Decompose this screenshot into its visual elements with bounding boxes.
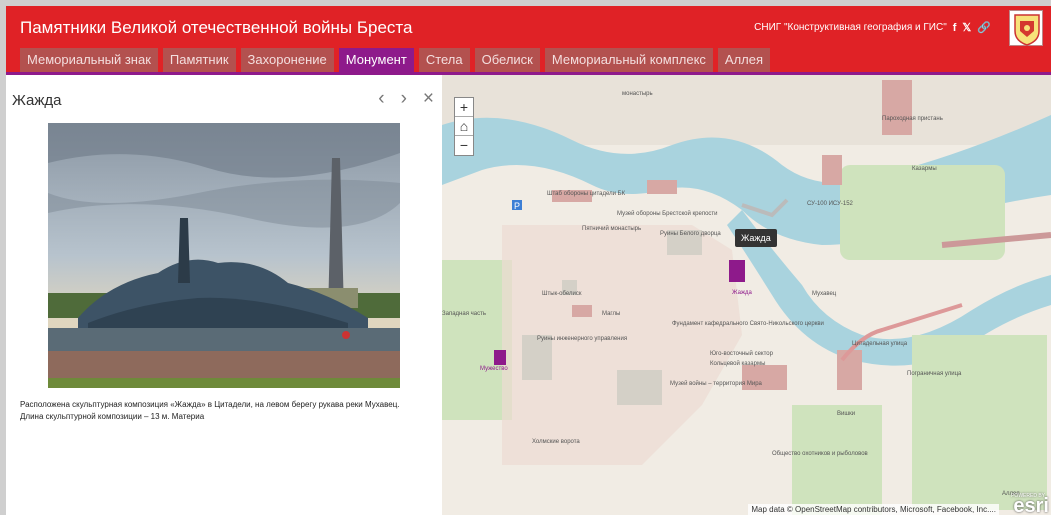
map-label: Холмские ворота	[532, 439, 580, 445]
map-label: Фундамент кафедрального Свято-Никольског…	[672, 321, 824, 327]
map-label: Юго-восточный сектор	[710, 350, 774, 357]
monument-description: Расположена скульптурная композиция «Жаж…	[20, 400, 400, 421]
svg-text:P: P	[514, 201, 520, 211]
info-panel: Жажда ‹ › × Расположена скульптурная ком…	[6, 75, 442, 515]
map-label: Цитадельная улица	[852, 341, 908, 347]
prev-button[interactable]: ‹	[378, 88, 384, 110]
map-label: Штаб обороны цитадели БК	[547, 191, 626, 197]
tab-monument-pamyatnik[interactable]: Памятник	[162, 48, 236, 72]
esri-logo: esri	[1013, 495, 1049, 515]
map-view[interactable]: P Жажда Мужество монастырь Пароходная пр…	[442, 75, 1051, 515]
monument-photo	[48, 123, 400, 388]
map-tooltip: Жажда	[735, 229, 777, 247]
category-tabs: Мемориальный знак Памятник Захоронение М…	[20, 48, 771, 72]
org-logo	[1009, 10, 1043, 46]
app-header: Памятники Великой отечественной войны Бр…	[6, 6, 1051, 72]
map-label: Музей обороны Брестской крепости	[617, 210, 718, 217]
map-label: Руины инженерного управления	[537, 336, 627, 342]
map-label-muzhestvo: Мужество	[480, 366, 508, 372]
map-label: Кольцевой казармы	[710, 360, 765, 367]
map-label-zhazhda: Жажда	[732, 290, 752, 296]
tab-memorial-sign[interactable]: Мемориальный знак	[20, 48, 158, 72]
panel-title: Жажда	[12, 92, 62, 109]
tab-memorial-complex[interactable]: Мемориальный комплекс	[544, 48, 713, 72]
map-label: Западная часть	[442, 311, 486, 317]
app-window: Памятники Великой отечественной войны Бр…	[6, 6, 1051, 515]
map-attribution: Map data © OpenStreetMap contributors, M…	[748, 504, 999, 515]
tab-monument[interactable]: Монумент	[338, 48, 414, 72]
map-canvas[interactable]: P Жажда Мужество монастырь Пароходная пр…	[442, 75, 1051, 515]
close-button[interactable]: ×	[423, 88, 434, 110]
tab-burial[interactable]: Захоронение	[240, 48, 334, 72]
map-label: монастырь	[622, 91, 653, 97]
map-label: Руины Белого дворца	[660, 231, 721, 237]
zoom-controls: + ⌂ −	[454, 97, 474, 156]
zoom-out-button[interactable]: −	[455, 136, 473, 155]
panel-nav: ‹ › ×	[378, 88, 434, 110]
map-label: Штык-обелиск	[542, 291, 582, 297]
tab-alley[interactable]: Аллея	[717, 48, 771, 72]
marker-zhazhda[interactable]	[729, 260, 745, 282]
org-name: СНИГ "Конструктивная география и ГИС"	[754, 22, 947, 33]
zoom-in-button[interactable]: +	[455, 98, 473, 117]
facebook-icon[interactable]: f	[953, 22, 957, 34]
map-label: Пограничная улица	[907, 371, 962, 377]
home-button[interactable]: ⌂	[455, 117, 473, 136]
map-label: Общество охотников и рыболовов	[772, 451, 868, 457]
map-label: Вишки	[837, 411, 855, 417]
map-label: Мухавец	[812, 291, 837, 297]
page-title: Памятники Великой отечественной войны Бр…	[20, 18, 413, 37]
tab-stele[interactable]: Стела	[418, 48, 470, 72]
map-label: СУ-100 ИСУ-152	[807, 201, 854, 207]
map-label: Пятничий монастырь	[582, 225, 641, 232]
map-label: Музей войны – территория Мира	[670, 380, 763, 387]
twitter-icon[interactable]: 𝕏	[962, 21, 971, 34]
tab-obelisk[interactable]: Обелиск	[474, 48, 540, 72]
header-right: СНИГ "Конструктивная география и ГИС" f …	[754, 21, 991, 35]
marker-muzhestvo[interactable]	[494, 350, 506, 365]
map-label: Казармы	[912, 166, 937, 172]
link-icon[interactable]: 🔗	[977, 21, 991, 34]
map-label: Маглы	[602, 311, 620, 317]
next-button[interactable]: ›	[401, 88, 407, 110]
map-label: Пароходная пристань	[882, 116, 943, 122]
